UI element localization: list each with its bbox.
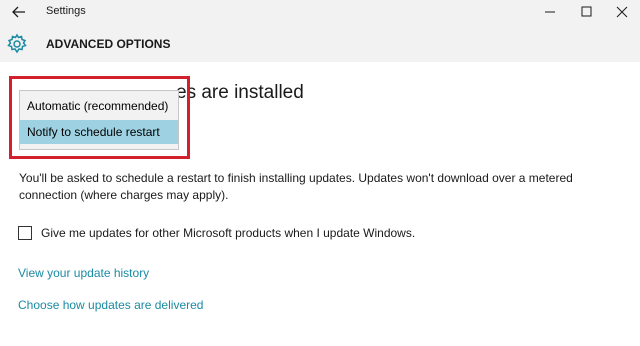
highlight-box — [9, 76, 190, 159]
maximize-icon[interactable] — [574, 3, 598, 21]
delivery-options-link[interactable]: Choose how updates are delivered — [18, 298, 203, 312]
section-heading: es are installed — [176, 82, 304, 103]
minimize-icon[interactable] — [538, 3, 562, 21]
update-description: You'll be asked to schedule a restart to… — [19, 171, 573, 202]
page-header: ADVANCED OPTIONS — [0, 25, 640, 62]
window-title: Settings — [46, 5, 86, 17]
back-arrow-icon[interactable] — [8, 3, 30, 21]
gear-icon — [6, 33, 28, 55]
other-products-checkbox[interactable] — [18, 226, 32, 240]
page-title: ADVANCED OPTIONS — [46, 37, 171, 51]
update-history-link[interactable]: View your update history — [18, 266, 149, 280]
close-icon[interactable] — [610, 3, 634, 21]
title-bar: Settings — [0, 0, 640, 25]
checkbox-label: Give me updates for other Microsoft prod… — [41, 226, 416, 240]
